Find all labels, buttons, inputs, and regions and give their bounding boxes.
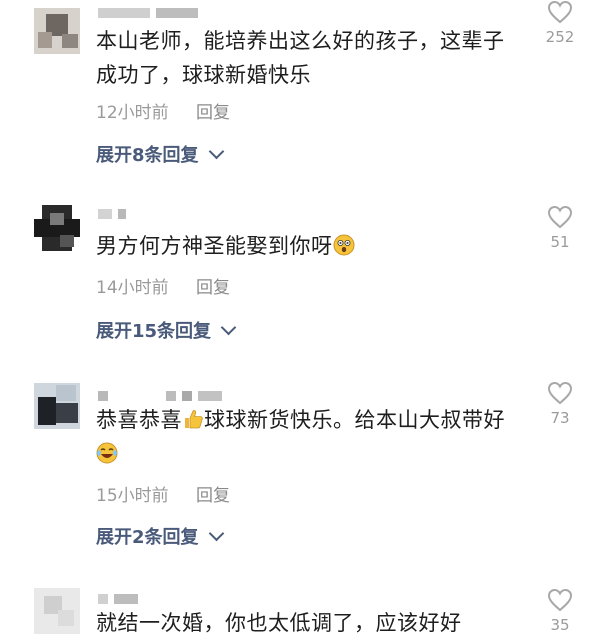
expand-replies-button[interactable]: 展开2条回复 <box>96 523 224 549</box>
expand-replies-button[interactable]: 展开8条回复 <box>96 141 224 167</box>
like-button[interactable]: 252 <box>540 0 580 46</box>
heart-icon <box>547 381 573 405</box>
comment-time: 14小时前 <box>96 278 169 298</box>
comment-text: 就结一次婚，你也太低调了，应该好好 <box>96 611 462 635</box>
username[interactable] <box>98 6 198 20</box>
username[interactable] <box>98 592 138 606</box>
heart-icon <box>547 0 573 24</box>
chevron-down-icon <box>208 525 224 541</box>
comment-text-part-b: 球球新货快乐。给本山大叔带好 <box>204 408 505 432</box>
comment-meta: 14小时前 回复 <box>96 273 230 298</box>
reply-button[interactable]: 回复 <box>196 103 230 123</box>
expand-replies-label: 展开15条回复 <box>96 321 212 342</box>
comment-text: 恭喜恭喜 球球新货快乐。给本山大叔带好 <box>96 403 506 471</box>
comment-item: 男方何方神圣能娶到你呀 14小时前 回复 展开15条回复 51 <box>0 195 600 365</box>
expand-replies-button[interactable]: 展开15条回复 <box>96 317 237 343</box>
chevron-down-icon <box>220 319 237 335</box>
username[interactable] <box>98 207 126 221</box>
comment-text: 男方何方神圣能娶到你呀 <box>96 229 516 263</box>
like-count: 73 <box>550 409 570 427</box>
astonished-face-icon <box>333 234 354 256</box>
comment-time: 12小时前 <box>96 103 169 123</box>
expand-replies-label: 展开2条回复 <box>96 527 199 548</box>
comment-text-part-a: 恭喜恭喜 <box>96 408 182 432</box>
comment-meta: 15小时前 回复 <box>96 481 230 506</box>
username[interactable] <box>98 389 222 403</box>
reply-button[interactable]: 回复 <box>196 278 230 298</box>
comment-time: 15小时前 <box>96 486 169 506</box>
like-count: 51 <box>550 233 570 251</box>
comment-item: 就结一次婚，你也太低调了，应该好好 35 <box>0 582 600 640</box>
reply-button[interactable]: 回复 <box>196 486 230 506</box>
avatar[interactable] <box>34 205 80 251</box>
avatar[interactable] <box>34 588 80 634</box>
comment-item: 恭喜恭喜 球球新货快乐。给本山大叔带好 15小时前 回复 展开2条回复 73 <box>0 375 600 575</box>
like-button[interactable]: 35 <box>540 588 580 634</box>
chevron-down-icon <box>208 143 224 159</box>
heart-icon <box>547 205 573 229</box>
comment-meta: 12小时前 回复 <box>96 98 230 123</box>
comment-text: 本山老师，能培养出这么好的孩子，这辈子成功了，球球新婚快乐 <box>96 29 505 87</box>
like-count: 35 <box>550 616 570 634</box>
expand-replies-label: 展开8条回复 <box>96 145 199 166</box>
avatar[interactable] <box>34 383 80 429</box>
avatar[interactable] <box>34 8 80 54</box>
heart-icon <box>547 588 573 612</box>
like-button[interactable]: 51 <box>540 205 580 251</box>
thumbs-up-icon <box>185 410 203 429</box>
laughing-tears-face-icon <box>96 442 118 464</box>
comment-text-body: 男方何方神圣能娶到你呀 <box>96 234 333 258</box>
comment-item: 本山老师，能培养出这么好的孩子，这辈子成功了，球球新婚快乐 12小时前 回复 展… <box>0 0 600 190</box>
like-count: 252 <box>545 28 575 46</box>
like-button[interactable]: 73 <box>540 381 580 427</box>
